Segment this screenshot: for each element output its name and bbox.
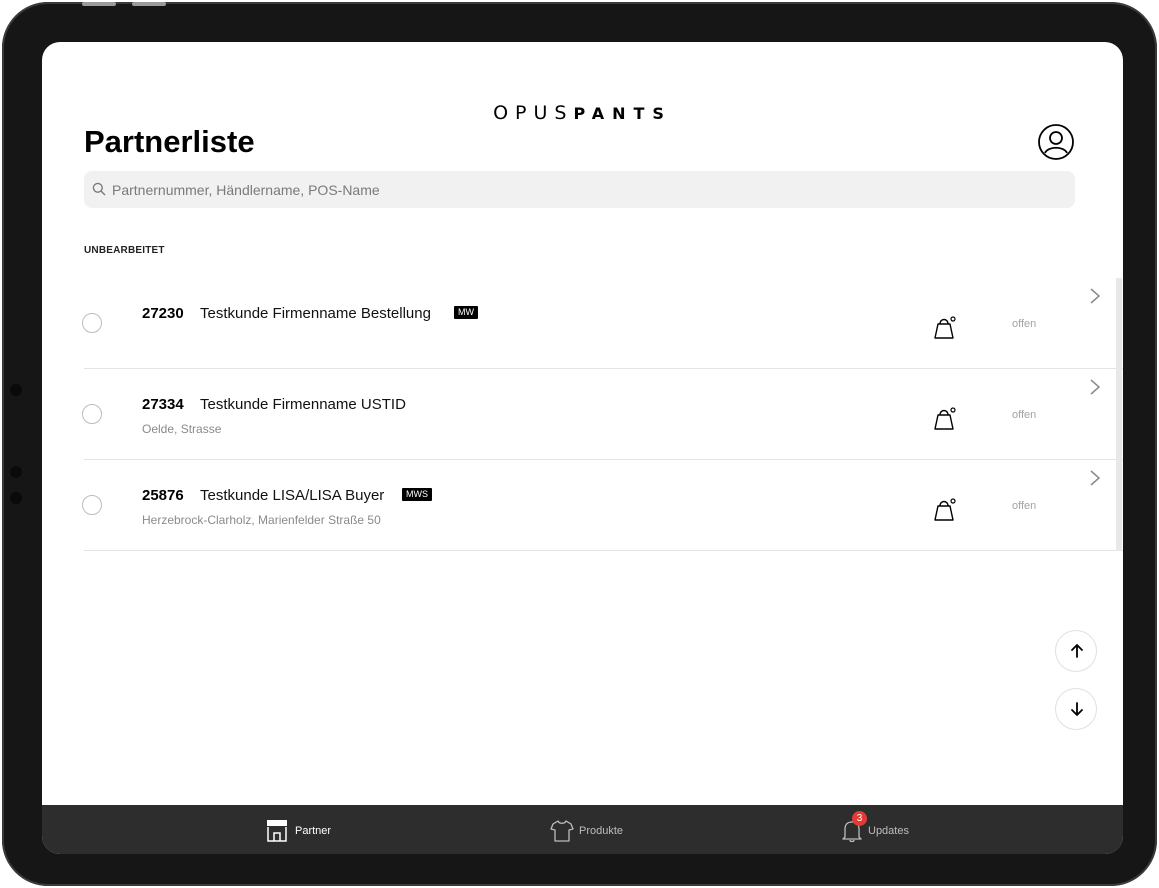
partner-name: Testkunde Firmenname USTID <box>200 396 406 413</box>
section-label-unbearbeitet: UNBEARBEITET <box>84 245 165 256</box>
shopping-bag-icon[interactable] <box>932 496 958 522</box>
select-radio[interactable] <box>82 495 102 515</box>
select-radio[interactable] <box>82 404 102 424</box>
tshirt-icon <box>550 820 574 842</box>
arrow-down-icon <box>1071 702 1083 716</box>
tablet-frame: OPUSPANTS Partnerliste Partnernummer, Hä… <box>2 2 1157 886</box>
select-radio[interactable] <box>82 313 102 333</box>
bottom-tab-bar: Partner Produkte 3 Updates <box>42 805 1123 854</box>
notification-badge: 3 <box>852 811 867 826</box>
chevron-right-icon[interactable] <box>1089 287 1101 305</box>
status-text: offen <box>1012 409 1037 421</box>
row-divider <box>84 550 1123 551</box>
store-icon <box>267 820 287 842</box>
tab-updates[interactable]: 3 Updates <box>842 811 922 843</box>
partner-address: Oelde, Strasse <box>142 422 222 436</box>
status-text: offen <box>1012 500 1037 512</box>
partner-address: Herzebrock-Clarholz, Marienfelder Straße… <box>142 513 381 527</box>
partner-number: 27230 <box>142 305 184 322</box>
shopping-bag-icon[interactable] <box>932 314 958 340</box>
partner-number: 25876 <box>142 487 184 504</box>
status-text: offen <box>1012 318 1037 330</box>
scroll-up-button[interactable] <box>1055 630 1097 672</box>
tab-label: Updates <box>868 825 909 837</box>
brand-logo-left: OPUS <box>493 102 574 124</box>
camera-dot <box>10 384 22 396</box>
page-title: Partnerliste <box>84 124 255 159</box>
tab-produkte[interactable]: Produkte <box>550 819 640 843</box>
camera-dot <box>10 492 22 504</box>
hardware-button <box>82 2 116 6</box>
app-screen: OPUSPANTS Partnerliste Partnernummer, Hä… <box>42 42 1123 854</box>
brand-logo: OPUSPANTS <box>42 103 1123 124</box>
camera-dot <box>10 466 22 478</box>
arrow-up-icon <box>1071 644 1083 658</box>
shopping-bag-icon[interactable] <box>932 405 958 431</box>
tab-label: Partner <box>295 825 332 837</box>
user-profile-icon[interactable] <box>1036 122 1076 162</box>
partner-badge: MW <box>454 306 478 319</box>
search-bar[interactable]: Partnernummer, Händlername, POS-Name <box>84 171 1075 208</box>
chevron-right-icon[interactable] <box>1089 469 1101 487</box>
search-icon <box>92 182 106 196</box>
partner-badge: MWS <box>402 488 432 501</box>
partner-name: Testkunde LISA/LISA Buyer <box>200 487 385 504</box>
chevron-right-icon[interactable] <box>1089 378 1101 396</box>
partner-number: 27334 <box>142 396 184 413</box>
tab-partner[interactable]: Partner <box>266 819 346 843</box>
partner-row[interactable]: 25876 Testkunde LISA/LISA Buyer MWS Herz… <box>42 460 1123 551</box>
hardware-button <box>132 2 166 6</box>
partner-name: Testkunde Firmenname Bestellung <box>200 305 431 322</box>
brand-logo-right: PANTS <box>573 104 672 123</box>
partner-row[interactable]: 27334 Testkunde Firmenname USTID Oelde, … <box>42 369 1123 460</box>
partner-row[interactable]: 27230 Testkunde Firmenname Bestellung MW… <box>42 278 1123 369</box>
tab-label: Produkte <box>579 825 624 837</box>
search-placeholder: Partnernummer, Händlername, POS-Name <box>112 182 380 198</box>
list-scrollbar[interactable] <box>1116 278 1122 551</box>
scroll-down-button[interactable] <box>1055 688 1097 730</box>
